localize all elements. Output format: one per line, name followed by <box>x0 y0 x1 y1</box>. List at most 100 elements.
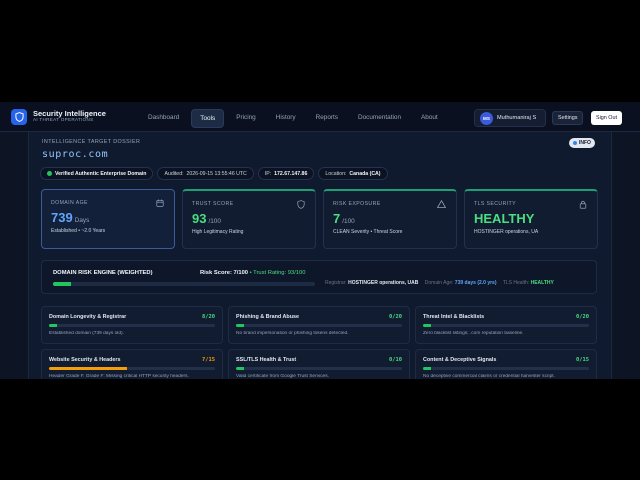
category-card[interactable]: Website Security & Headers 7/15 Header G… <box>41 349 223 379</box>
category-description: Established domain (739 days old). <box>49 330 124 336</box>
dossier-label: INTELLIGENCE TARGET DOSSIER <box>42 139 141 145</box>
user-name: Muthumaniraj S <box>497 115 537 121</box>
category-bar <box>49 324 215 327</box>
category-score: 8/20 <box>202 314 215 320</box>
engine-title: DOMAIN RISK ENGINE (WEIGHTED) <box>53 270 153 276</box>
category-bar <box>423 324 589 327</box>
nav-documentation[interactable]: Documentation <box>350 109 409 128</box>
nav-pricing[interactable]: Pricing <box>228 109 264 128</box>
card-subtitle: CLEAN Severity • Threat Score <box>333 229 403 236</box>
category-description: Header Grade F. Grade F: Missing critica… <box>49 373 189 379</box>
card-domain-age[interactable]: DOMAIN AGE 739 Days Established • ~2.0 Ye… <box>41 189 175 249</box>
category-bar <box>236 324 402 327</box>
target-domain: suproc.com <box>42 149 109 160</box>
category-bar <box>49 367 215 370</box>
category-score: 0/20 <box>389 314 402 320</box>
category-description: No brand impersonation or phishing token… <box>236 330 349 336</box>
card-value-number: 7 <box>333 211 341 226</box>
tls-label: TLS Health: <box>502 280 530 286</box>
card-label: RISK EXPOSURE <box>333 201 381 207</box>
brand[interactable]: Security Intelligence AI THREAT OPERATIO… <box>33 110 106 123</box>
card-tls-security[interactable]: TLS SECURITY HEALTHY HOSTINGER operation… <box>464 189 598 249</box>
info-dot-icon <box>573 141 577 145</box>
card-risk-exposure[interactable]: RISK EXPOSURE 7/100 CLEAN Severity • Thr… <box>323 189 457 249</box>
shield-icon <box>297 200 305 211</box>
top-navbar: Security Intelligence AI THREAT OPERATIO… <box>0 102 640 132</box>
user-menu[interactable]: MS Muthumaniraj S <box>474 109 546 127</box>
card-unit: /100 <box>342 218 355 225</box>
category-score: 0/15 <box>576 357 589 363</box>
verified-text: Verified Authentic Enterprise Domain <box>55 170 147 177</box>
nav-reports[interactable]: Reports <box>308 109 346 128</box>
category-card[interactable]: SSL/TLS Health & Trust 0/10 Valid certif… <box>228 349 410 379</box>
app-window: Security Intelligence AI THREAT OPERATIO… <box>0 102 640 379</box>
category-title: SSL/TLS Health & Trust <box>236 357 297 363</box>
age-value: 739 days (2.0 yrs) <box>454 280 497 286</box>
info-badge[interactable]: INFO <box>569 138 595 148</box>
calendar-icon <box>156 199 164 209</box>
card-value: 739 Days <box>51 211 165 224</box>
card-value: 7/100 <box>333 212 447 225</box>
location-chip: Location: Canada (CA) <box>318 167 388 180</box>
verified-chip: Verified Authentic Enterprise Domain <box>40 167 154 180</box>
category-grid: Domain Longevity & Registrar 8/20 Establ… <box>41 306 597 379</box>
ip-label: IP: <box>264 170 272 177</box>
audited-chip: Audited: 2026-09-15 13:55:46 UTC <box>157 167 254 180</box>
category-description: Valid certificate from Google Trust Serv… <box>236 373 329 379</box>
location-value: Canada (CA) <box>349 170 381 177</box>
category-title: Website Security & Headers <box>49 357 121 363</box>
card-value-number: 739 <box>51 210 73 225</box>
registrar-value: HOSTINGER operations, UAB <box>348 280 419 286</box>
audited-value: 2026-09-15 13:55:46 UTC <box>186 170 247 177</box>
brand-title: Security Intelligence <box>33 108 106 118</box>
engine-score: Risk Score: 7/100 • Trust Rating: 93/100 <box>200 270 305 276</box>
registrar-label: Registrar: <box>325 280 347 286</box>
tls-value: HEALTHY <box>530 280 554 286</box>
risk-progress-fill <box>53 282 72 286</box>
category-card[interactable]: Domain Longevity & Registrar 8/20 Establ… <box>41 306 223 344</box>
warning-icon <box>436 199 447 210</box>
category-bar-fill <box>423 367 432 370</box>
category-bar <box>236 367 402 370</box>
risk-progress-bar <box>53 282 315 286</box>
category-score: 0/20 <box>576 314 589 320</box>
category-bar-fill <box>236 324 245 327</box>
card-label: TLS SECURITY <box>474 201 516 207</box>
category-card[interactable]: Phishing & Brand Abuse 0/20 No brand imp… <box>228 306 410 344</box>
nav-tools[interactable]: Tools <box>191 109 225 128</box>
metric-cards: DOMAIN AGE 739 Days Established • ~2.0 Ye… <box>41 189 598 249</box>
category-score: 7/15 <box>202 357 215 363</box>
shield-logo-icon[interactable] <box>11 108 27 125</box>
card-unit: Days <box>74 217 90 224</box>
category-title: Threat Intel & Blacklists <box>423 314 485 320</box>
card-subtitle: High Legitimacy Rating <box>192 229 244 236</box>
card-value-number: HEALTHY <box>474 211 535 226</box>
nav-dashboard[interactable]: Dashboard <box>140 109 187 128</box>
category-bar-fill <box>49 367 128 370</box>
card-value: HEALTHY <box>474 212 588 225</box>
card-label: TRUST SCORE <box>192 201 234 207</box>
sign-out-button[interactable]: Sign Out <box>591 111 622 125</box>
verified-dot-icon <box>47 171 52 176</box>
card-subtitle: Established • ~2.0 Years <box>51 228 106 235</box>
card-subtitle: HOSTINGER operations, UA <box>474 229 539 235</box>
nav-history[interactable]: History <box>268 109 304 128</box>
category-title: Phishing & Brand Abuse <box>236 314 299 320</box>
category-card[interactable]: Content & Deceptive Signals 0/15 No dece… <box>415 349 597 379</box>
nav-about[interactable]: About <box>413 109 446 128</box>
brand-subtitle: AI THREAT OPERATIONS <box>33 117 94 123</box>
nav-links: Dashboard Tools Pricing History Reports … <box>140 109 450 128</box>
category-score: 0/10 <box>389 357 402 363</box>
category-bar-fill <box>423 324 432 327</box>
age-label: Domain Age: <box>424 280 454 286</box>
info-badge-label: INFO <box>579 140 591 146</box>
ip-value: 172.67.147.86 <box>274 170 308 177</box>
card-trust-score[interactable]: TRUST SCORE 93/100 High Legitimacy Ratin… <box>182 189 316 249</box>
card-unit: /100 <box>208 218 221 225</box>
category-card[interactable]: Threat Intel & Blacklists 0/20 Zero blac… <box>415 306 597 344</box>
location-label: Location: <box>325 170 347 177</box>
risk-engine-panel: DOMAIN RISK ENGINE (WEIGHTED) Risk Score… <box>41 260 597 294</box>
category-description: No deceptive commercial claims or creden… <box>423 373 555 379</box>
card-label: DOMAIN AGE <box>51 200 88 206</box>
settings-button[interactable]: Settings <box>552 111 584 125</box>
